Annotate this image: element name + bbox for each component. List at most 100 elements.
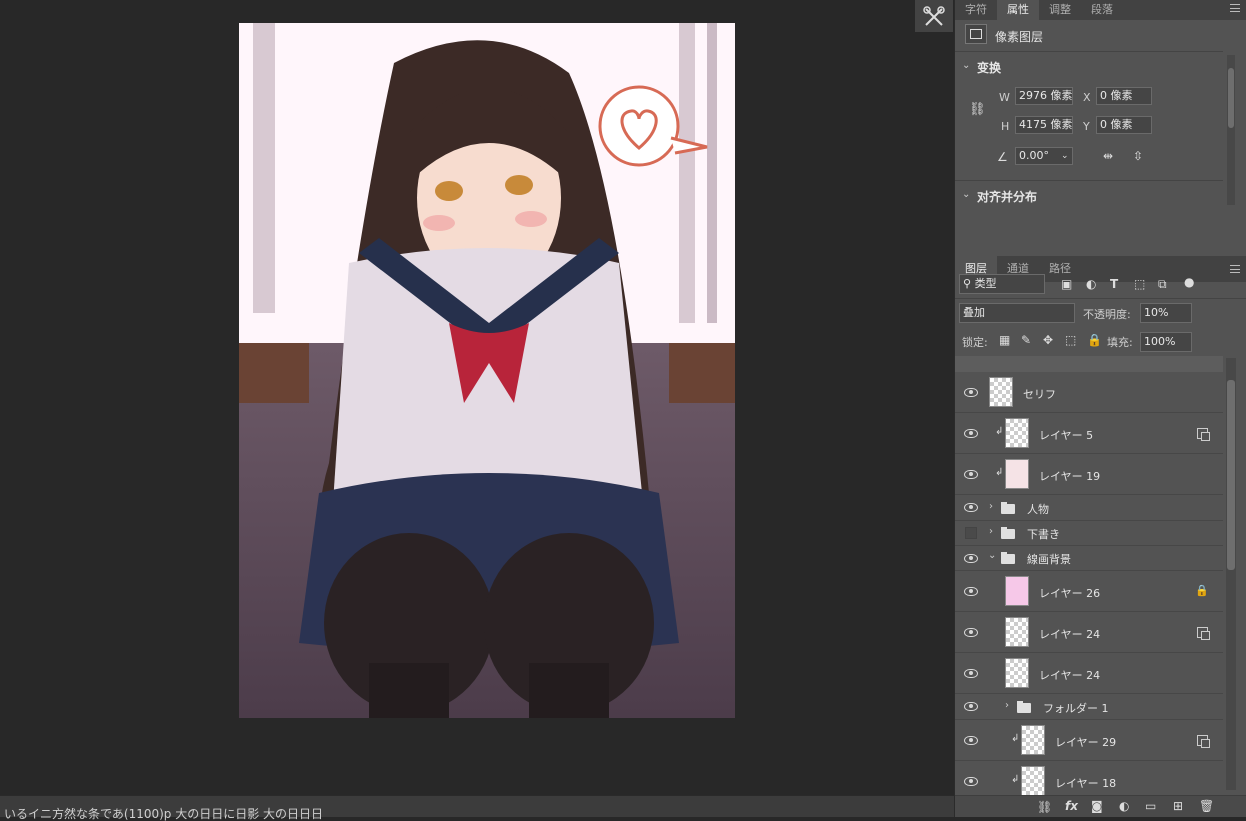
- chevron-down-icon[interactable]: ⌄: [962, 60, 970, 71]
- layer-row-partial[interactable]: [955, 356, 1223, 372]
- smart-object-icon: [1197, 627, 1210, 640]
- layer-name[interactable]: レイヤー 18: [1055, 775, 1116, 791]
- layer-row[interactable]: ↲ レイヤー 19: [955, 454, 1223, 495]
- smart-object-icon: [1197, 428, 1210, 441]
- align-section-title[interactable]: 对齐并分布: [977, 188, 1037, 205]
- layer-row[interactable]: レイヤー 26 🔒: [955, 571, 1223, 612]
- layer-thumbnail: [989, 377, 1013, 407]
- properties-scroll-thumb[interactable]: [1228, 68, 1234, 128]
- flip-horizontal-icon[interactable]: ⇹: [1103, 150, 1113, 162]
- transform-section-title[interactable]: 变换: [977, 59, 1001, 76]
- tools-icon[interactable]: [915, 0, 953, 32]
- eye-icon[interactable]: [964, 702, 978, 711]
- tab-character[interactable]: 字符: [955, 0, 997, 20]
- layer-row[interactable]: レイヤー 24: [955, 653, 1223, 694]
- layer-name[interactable]: 下書き: [1027, 526, 1060, 542]
- folder-icon[interactable]: ▭: [1145, 800, 1156, 812]
- layers-scroll-thumb[interactable]: [1227, 380, 1235, 570]
- layer-name[interactable]: レイヤー 24: [1039, 667, 1100, 683]
- trash-icon[interactable]: 🗑: [1199, 800, 1214, 812]
- tab-properties[interactable]: 属性: [997, 0, 1039, 20]
- eye-icon[interactable]: [964, 669, 978, 678]
- pixel-layer-icon: [965, 24, 987, 44]
- layer-name[interactable]: レイヤー 26: [1039, 585, 1100, 601]
- tab-paragraph[interactable]: 段落: [1081, 0, 1123, 20]
- layer-name[interactable]: レイヤー 19: [1039, 468, 1100, 484]
- fx-icon[interactable]: fx: [1065, 800, 1078, 812]
- tab-paths[interactable]: 路径: [1039, 256, 1081, 282]
- layer-name[interactable]: 人物: [1027, 501, 1049, 517]
- lock-artboard-icon[interactable]: ⬚: [1065, 334, 1076, 346]
- artwork-image[interactable]: [239, 23, 735, 718]
- angle-dropdown-icon[interactable]: ⌄: [1061, 150, 1069, 162]
- layer-name[interactable]: フォルダー 1: [1043, 700, 1109, 716]
- x-field[interactable]: 0 像素: [1096, 87, 1152, 105]
- layer-name[interactable]: レイヤー 24: [1039, 626, 1100, 642]
- chevron-right-icon[interactable]: ›: [989, 501, 993, 512]
- filter-toggle-icon[interactable]: ●: [1184, 276, 1194, 288]
- new-layer-icon[interactable]: ⊞: [1173, 800, 1183, 812]
- layer-row[interactable]: レイヤー 24: [955, 612, 1223, 653]
- blend-mode-select[interactable]: 叠加: [959, 303, 1075, 323]
- clipping-icon: ↲: [995, 467, 1004, 478]
- layer-row[interactable]: ↲ レイヤー 29: [955, 720, 1223, 761]
- lock-transparent-icon[interactable]: ▦: [999, 334, 1010, 346]
- chevron-down-icon[interactable]: ⌄: [962, 189, 970, 200]
- filter-pixel-icon[interactable]: ▣: [1061, 278, 1072, 290]
- link-icon[interactable]: ⛓: [1037, 801, 1052, 813]
- mask-icon[interactable]: ◙: [1091, 800, 1103, 812]
- eye-icon[interactable]: [964, 736, 978, 745]
- layer-name[interactable]: セリフ: [1023, 386, 1056, 402]
- filter-shape-icon[interactable]: ⬚: [1134, 278, 1145, 290]
- properties-tabbar: 字符 属性 调整 段落: [955, 0, 1246, 20]
- opacity-label: 不透明度:: [1083, 308, 1131, 321]
- lock-position-icon[interactable]: ✥: [1043, 334, 1053, 346]
- lock-all-icon[interactable]: 🔒: [1087, 334, 1102, 346]
- layer-row[interactable]: › 下書き: [955, 521, 1223, 546]
- opacity-field[interactable]: 10%: [1140, 303, 1192, 323]
- fill-label: 填充:: [1107, 336, 1133, 349]
- layers-menu-icon[interactable]: [1230, 265, 1240, 273]
- layer-thumbnail: [1005, 459, 1029, 489]
- layer-row[interactable]: ⌄ 線画背景: [955, 546, 1223, 571]
- adjustment-icon[interactable]: ◐: [1119, 800, 1129, 812]
- height-field[interactable]: 4175 像素: [1015, 116, 1073, 134]
- layer-thumbnail: [1005, 617, 1029, 647]
- eye-icon[interactable]: [964, 388, 978, 397]
- chevron-down-icon[interactable]: ⌄: [988, 550, 996, 561]
- width-field[interactable]: 2976 像素: [1015, 87, 1073, 105]
- y-field[interactable]: 0 像素: [1096, 116, 1152, 134]
- flip-vertical-icon[interactable]: ⇳: [1133, 150, 1143, 162]
- layer-row[interactable]: › フォルダー 1: [955, 694, 1223, 720]
- lock-label: 锁定:: [962, 336, 988, 349]
- chevron-right-icon[interactable]: ›: [1005, 700, 1009, 711]
- filter-adjustment-icon[interactable]: ◐: [1086, 278, 1096, 290]
- layer-name[interactable]: レイヤー 5: [1039, 427, 1093, 443]
- filter-type-icon[interactable]: T: [1110, 278, 1118, 290]
- eye-icon[interactable]: [964, 628, 978, 637]
- fill-field[interactable]: 100%: [1140, 332, 1192, 352]
- eye-icon[interactable]: [964, 429, 978, 438]
- layer-row[interactable]: セリフ: [955, 372, 1223, 413]
- layer-row[interactable]: ↲ レイヤー 18: [955, 761, 1223, 796]
- layer-row[interactable]: › 人物: [955, 495, 1223, 521]
- chevron-right-icon[interactable]: ›: [989, 526, 993, 537]
- link-dimensions-icon[interactable]: ⛓: [969, 103, 986, 116]
- layer-row[interactable]: ↲ レイヤー 5: [955, 413, 1223, 454]
- tool-strip[interactable]: [915, 0, 953, 32]
- eye-icon[interactable]: [964, 503, 978, 512]
- filter-smart-object-icon[interactable]: ⧉: [1158, 278, 1167, 290]
- folder-open-icon: [1001, 552, 1015, 564]
- y-label: Y: [1083, 120, 1090, 133]
- eye-hidden-icon[interactable]: [965, 527, 977, 539]
- eye-icon[interactable]: [964, 777, 978, 786]
- panel-menu-icon[interactable]: [1230, 4, 1240, 12]
- layer-name[interactable]: レイヤー 29: [1055, 734, 1116, 750]
- eye-icon[interactable]: [964, 554, 978, 563]
- layer-name[interactable]: 線画背景: [1027, 551, 1071, 567]
- eye-icon[interactable]: [964, 587, 978, 596]
- lock-paint-icon[interactable]: ✎: [1021, 334, 1031, 346]
- eye-icon[interactable]: [964, 470, 978, 479]
- tab-adjustments[interactable]: 调整: [1039, 0, 1081, 20]
- filter-kind-select[interactable]: ⚲ 类型: [959, 274, 1045, 294]
